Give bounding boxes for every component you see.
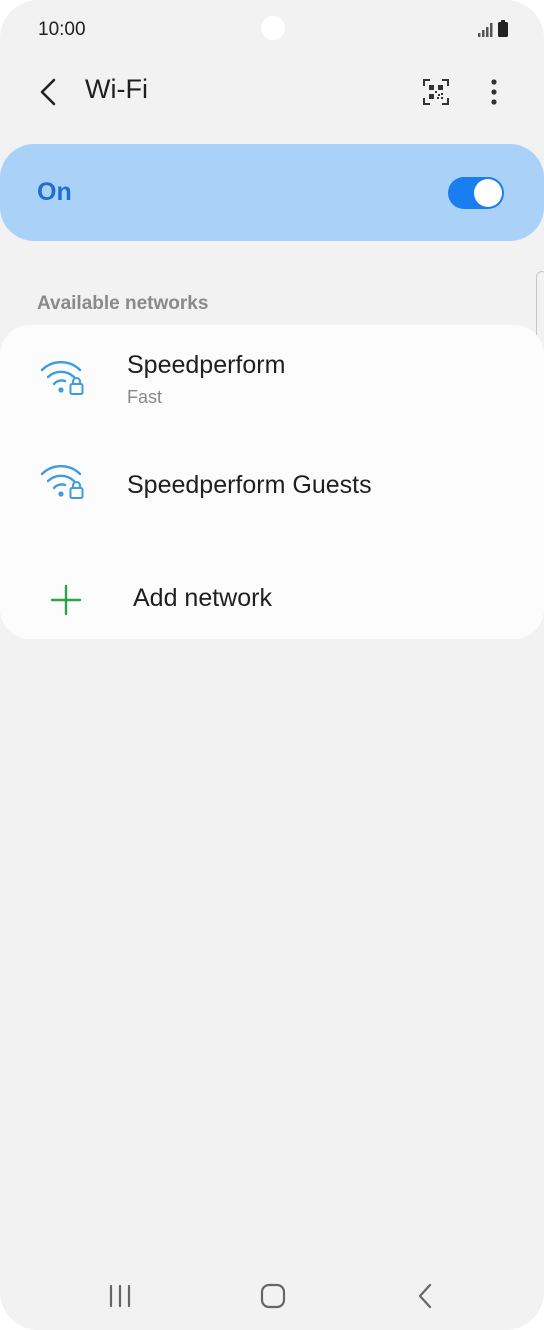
system-back-button[interactable] xyxy=(403,1276,447,1316)
wifi-lock-icon xyxy=(40,464,84,499)
home-icon xyxy=(260,1283,286,1309)
qr-scan-button[interactable] xyxy=(414,70,458,114)
network-item-speedperform-guests[interactable]: Speedperform Guests xyxy=(0,427,544,539)
home-button[interactable] xyxy=(251,1276,295,1316)
wifi-toggle-label: On xyxy=(37,178,72,206)
back-button[interactable] xyxy=(26,70,70,114)
network-name: Speedperform Guests xyxy=(127,471,372,499)
wifi-lock-icon xyxy=(40,360,84,395)
front-camera xyxy=(261,16,285,40)
status-time: 10:00 xyxy=(38,19,86,40)
add-network-label: Add network xyxy=(133,584,272,612)
switch-knob xyxy=(474,179,502,207)
recents-button[interactable] xyxy=(98,1276,142,1316)
page-title: Wi-Fi xyxy=(85,74,148,104)
wifi-toggle-row[interactable]: On xyxy=(0,144,544,241)
signal-icon xyxy=(478,23,493,37)
qr-code-icon xyxy=(423,79,449,105)
back-icon xyxy=(418,1283,432,1309)
more-options-button[interactable] xyxy=(472,70,516,114)
network-name: Speedperform xyxy=(127,351,286,379)
more-vert-icon xyxy=(491,79,497,105)
status-icons xyxy=(478,20,508,37)
back-arrow-icon xyxy=(40,78,56,106)
network-status: Fast xyxy=(127,387,163,407)
plus-icon xyxy=(50,584,82,616)
recents-icon xyxy=(109,1285,131,1307)
network-item-speedperform[interactable]: Speedperform Fast xyxy=(0,325,544,427)
wifi-switch[interactable] xyxy=(448,177,504,209)
top-app-bar: Wi-Fi xyxy=(0,60,544,124)
navigation-bar xyxy=(0,1262,544,1330)
add-network-button[interactable]: Add network xyxy=(0,539,544,639)
phone-screen: 10:00 Wi-Fi On Available networks Speedp… xyxy=(0,0,544,1330)
available-networks-header: Available networks xyxy=(37,293,209,314)
battery-icon xyxy=(498,20,508,37)
networks-list: Speedperform Fast Speedperform Guests Ad… xyxy=(0,325,544,639)
status-bar: 10:00 xyxy=(0,0,544,60)
